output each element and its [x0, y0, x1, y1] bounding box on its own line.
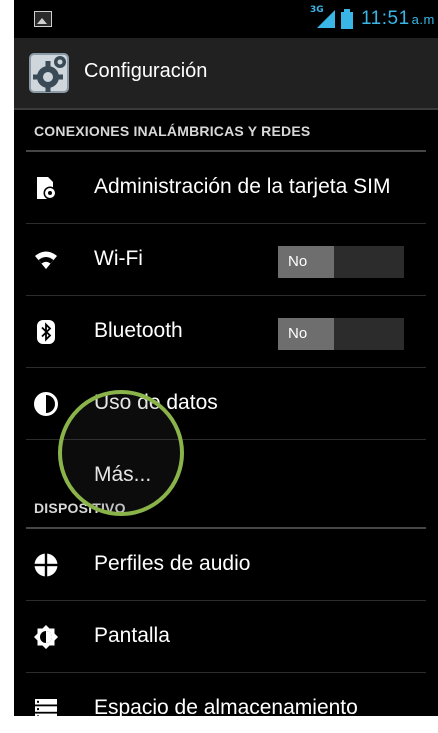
section-label-wireless: CONEXIONES INALÁMBRICAS Y REDES [34, 123, 311, 139]
data-usage-icon [34, 392, 58, 416]
bluetooth-icon [37, 320, 55, 344]
settings-item-audio-profiles[interactable]: Perfiles de audio [14, 529, 438, 601]
settings-item-storage[interactable]: Espacio de almacenamiento [14, 673, 438, 716]
status-time-value: 11:51 [361, 8, 410, 29]
storage-icon [35, 699, 57, 716]
settings-item-label: Espacio de almacenamiento [94, 696, 358, 716]
settings-item-display[interactable]: Pantalla [14, 601, 438, 673]
wifi-icon [35, 251, 57, 269]
status-time: 11:51 a.m [361, 8, 435, 30]
settings-item-sim[interactable]: Administración de la tarjeta SIM [14, 152, 438, 224]
wifi-toggle-knob: No [278, 246, 334, 278]
tap-highlight-circle [58, 390, 184, 516]
sim-card-icon [37, 177, 57, 200]
brightness-icon [34, 625, 58, 649]
settings-item-bluetooth[interactable]: Bluetooth No [14, 296, 438, 368]
status-bar: 3G 11:51 a.m [14, 0, 438, 38]
settings-item-label: Wi-Fi [94, 247, 143, 270]
settings-screen: 3G 11:51 a.m Configuración CONEXIONES INA… [14, 0, 438, 716]
gallery-notification-icon [34, 11, 52, 27]
signal-strength-icon [317, 10, 335, 28]
settings-item-label: Administración de la tarjeta SIM [94, 175, 391, 198]
bluetooth-toggle[interactable]: No [278, 318, 404, 350]
audio-profiles-icon [34, 553, 58, 577]
battery-icon [341, 9, 353, 29]
page-title: Configuración [84, 60, 208, 82]
wifi-toggle[interactable]: No [278, 246, 404, 278]
settings-item-label: Bluetooth [94, 319, 183, 342]
settings-item-label: Pantalla [94, 624, 170, 647]
settings-item-wifi[interactable]: Wi-Fi No [14, 224, 438, 296]
section-header-wireless: CONEXIONES INALÁMBRICAS Y REDES [14, 110, 438, 152]
settings-item-label: Perfiles de audio [94, 552, 251, 575]
action-bar: Configuración [14, 38, 438, 110]
settings-gear-icon[interactable] [28, 52, 70, 94]
text-fade-overlay [408, 152, 438, 224]
status-ampm: a.m [411, 12, 435, 27]
bluetooth-toggle-knob: No [278, 318, 334, 350]
